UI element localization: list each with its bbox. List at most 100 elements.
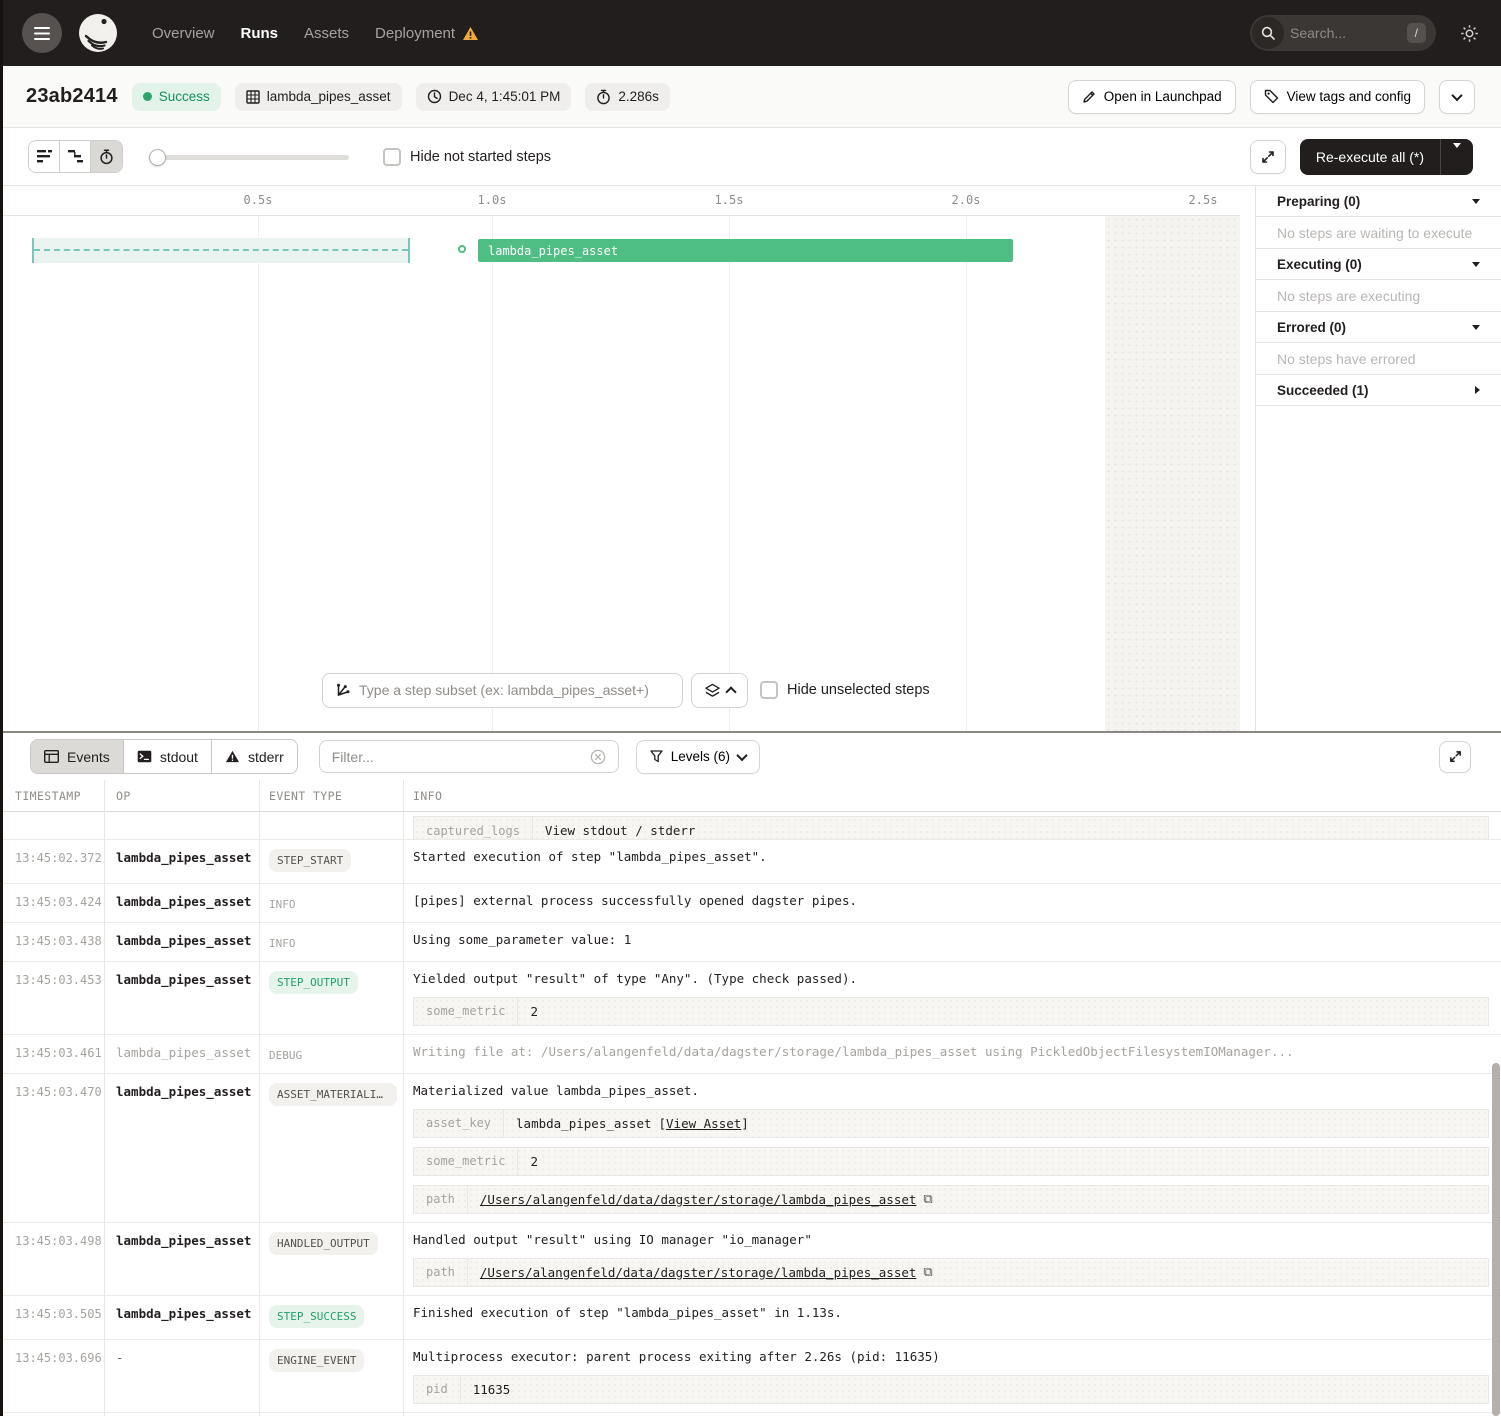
log-timestamp-cell: 13:45:03.696 (0, 1340, 104, 1412)
log-filter-wrap (319, 740, 619, 773)
col-timestamp: TIMESTAMP (0, 789, 104, 803)
dagster-logo[interactable] (76, 11, 120, 55)
post-run-shaded-region (1105, 216, 1240, 731)
log-row[interactable]: 13:45:03.424lambda_pipes_assetINFO[pipes… (0, 884, 1501, 923)
metadata-key: asset_key (414, 1110, 504, 1137)
log-row[interactable]: 13:45:03.453lambda_pipes_assetSTEP_OUTPU… (0, 962, 1501, 1035)
metadata-link[interactable]: /Users/alangenfeld/data/dagster/storage/… (480, 1265, 917, 1280)
log-op-cell: lambda_pipes_asset (104, 1223, 259, 1295)
log-op-cell (104, 812, 259, 839)
run-actions-dropdown-button[interactable] (1439, 80, 1475, 114)
nav-item-deployment[interactable]: Deployment (375, 25, 479, 42)
log-event-type-cell: INFO (259, 923, 403, 961)
event-type-badge: INFO (269, 893, 296, 916)
step-waiting-span (32, 238, 410, 263)
metadata-key: some_metric (414, 1148, 518, 1175)
log-op-cell: lambda_pipes_asset (104, 1074, 259, 1222)
log-timestamp-cell: 13:45:02.372 (0, 840, 104, 883)
view-mode-waterfall-button[interactable] (60, 141, 91, 172)
gantt-step-bar[interactable]: lambda_pipes_asset (478, 239, 1013, 262)
tab-stdout[interactable]: stdout (124, 740, 212, 773)
expand-icon (1260, 149, 1276, 165)
log-op-cell: lambda_pipes_asset (104, 962, 259, 1034)
view-mode-flat-button[interactable] (29, 141, 60, 172)
log-filter-input[interactable] (332, 749, 582, 765)
log-row[interactable]: 13:45:03.461lambda_pipes_assetDEBUGWriti… (0, 1035, 1501, 1074)
nav-item-assets[interactable]: Assets (304, 25, 349, 42)
tab-Events[interactable]: Events (31, 740, 124, 773)
log-row[interactable]: 13:45:03.701-RUN_SUCCESSFinished executi… (0, 1413, 1501, 1416)
metadata-key: some_metric (414, 998, 518, 1025)
step-section-header[interactable]: Preparing (0) (1256, 186, 1501, 217)
log-row[interactable]: 13:45:03.470lambda_pipes_assetASSET_MATE… (0, 1074, 1501, 1223)
view-mode-timed-button[interactable] (91, 141, 122, 172)
job-tag[interactable]: lambda_pipes_asset (235, 83, 402, 111)
copy-icon[interactable]: ⧉ (923, 1265, 932, 1280)
warning-icon (462, 26, 479, 41)
clear-filter-icon[interactable] (590, 749, 606, 765)
hamburger-icon (34, 27, 50, 40)
metadata-link[interactable]: /Users/alangenfeld/data/dagster/storage/… (480, 1192, 917, 1207)
hide-not-started-checkbox[interactable] (383, 148, 401, 166)
chevron-up-icon (725, 686, 736, 697)
gantt-zoom-slider[interactable] (149, 149, 349, 165)
global-search[interactable]: / (1250, 15, 1436, 51)
step-section-header[interactable]: Errored (0) (1256, 312, 1501, 343)
logs-toolbar: Eventsstdoutstderr Levels (6) (0, 733, 1501, 780)
settings-gear-button[interactable] (1460, 24, 1479, 43)
log-event-type-cell (259, 812, 403, 839)
run-id: 23ab2414 (26, 85, 118, 108)
status-badge: Success (132, 83, 221, 111)
nav-item-runs[interactable]: Runs (241, 25, 279, 42)
search-icon (1252, 17, 1284, 49)
view-tags-config-button[interactable]: View tags and config (1250, 80, 1425, 114)
column-separator (259, 780, 260, 1416)
reexecute-dropdown-button[interactable] (1441, 148, 1473, 166)
copy-icon[interactable]: ⧉ (923, 1192, 932, 1207)
gantt-chart: 0.5s1.0s1.5s2.0s2.5s lambda_pipes_asset (0, 186, 1240, 731)
step-subset-input-wrap (322, 673, 683, 708)
log-info-cell: Started execution of step "lambda_pipes_… (403, 840, 1501, 883)
graph-query-options-button[interactable] (691, 673, 748, 708)
col-event-type: EVENT TYPE (259, 789, 403, 803)
log-event-type-cell: HANDLED_OUTPUT (259, 1223, 403, 1295)
metadata-value: 2 (518, 1148, 550, 1175)
step-section-header[interactable]: Executing (0) (1256, 249, 1501, 280)
tab-stderr[interactable]: stderr (212, 740, 297, 773)
gantt-fullscreen-button[interactable] (1250, 140, 1286, 174)
open-in-launchpad-button[interactable]: Open in Launchpad (1068, 80, 1236, 114)
metadata-key: path (414, 1186, 468, 1213)
log-scrollbar-thumb[interactable] (1492, 1063, 1500, 1416)
event-type-badge: STEP_OUTPUT (269, 971, 358, 994)
log-timestamp-cell: 13:45:03.461 (0, 1035, 104, 1073)
log-op-cell: lambda_pipes_asset (104, 1296, 259, 1339)
nav-item-overview[interactable]: Overview (152, 25, 215, 42)
hamburger-menu-button[interactable] (22, 13, 62, 53)
axis-tick-label: 1.0s (478, 193, 507, 207)
log-row[interactable]: 13:45:03.696-ENGINE_EVENTMultiprocess ex… (0, 1340, 1501, 1413)
chevron-down-icon (1451, 89, 1462, 100)
slider-track[interactable] (149, 155, 349, 160)
log-row[interactable]: 13:45:02.372lambda_pipes_assetSTEP_START… (0, 840, 1501, 884)
view-asset-link[interactable]: View Asset (666, 1116, 741, 1131)
slider-handle[interactable] (149, 149, 166, 166)
log-row[interactable]: 13:45:03.505lambda_pipes_assetSTEP_SUCCE… (0, 1296, 1501, 1340)
search-input[interactable] (1290, 25, 1401, 41)
metadata-key: path (414, 1259, 468, 1286)
hide-unselected-checkbox[interactable] (760, 681, 778, 699)
log-message: Finished execution of step "lambda_pipes… (413, 1305, 1489, 1322)
logs-fullscreen-button[interactable] (1439, 741, 1471, 773)
axis-gridline (492, 216, 493, 731)
log-timestamp-cell: 13:45:03.424 (0, 884, 104, 922)
log-event-type-cell: STEP_SUCCESS (259, 1296, 403, 1339)
levels-dropdown-button[interactable]: Levels (6) (636, 740, 760, 774)
step-subset-input[interactable] (359, 682, 670, 698)
log-event-type-cell: INFO (259, 884, 403, 922)
step-section-header[interactable]: Succeeded (1) (1256, 375, 1501, 406)
log-message: Yielded output "result" of type "Any". (… (413, 971, 1489, 988)
log-row[interactable]: 13:45:03.438lambda_pipes_assetINFOUsing … (0, 923, 1501, 962)
log-row[interactable]: captured_logsView stdout / stderr (0, 812, 1501, 840)
reexecute-all-button[interactable]: Re-execute all (*) (1300, 149, 1440, 165)
log-op-cell: lambda_pipes_asset (104, 840, 259, 883)
log-row[interactable]: 13:45:03.498lambda_pipes_assetHANDLED_OU… (0, 1223, 1501, 1296)
